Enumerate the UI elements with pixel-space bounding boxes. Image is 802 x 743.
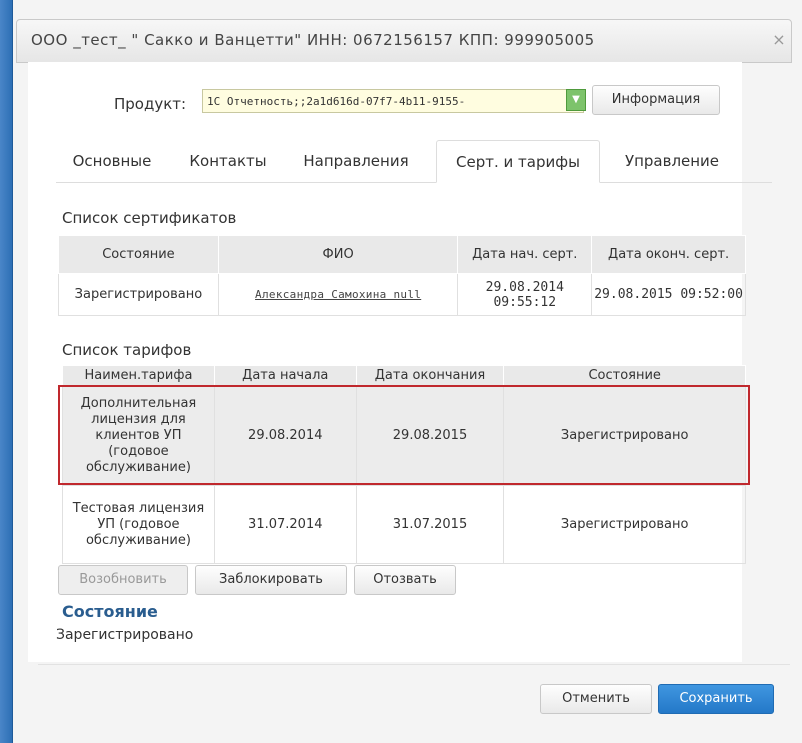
tariff-end: 31.07.2015 (355, 485, 505, 564)
col-header-start: Дата нач. серт. (457, 235, 593, 274)
tariff-state: Зарегистрировано (503, 385, 746, 486)
tariffs-title: Список тарифов (62, 341, 192, 359)
tab-contacts[interactable]: Контакты (180, 140, 276, 182)
cancel-button[interactable]: Отменить (540, 684, 652, 714)
tariff-name: Дополнительная лицензия для клиентов УП … (62, 385, 215, 486)
state-heading: Состояние (62, 602, 158, 621)
tariff-start: 31.07.2014 (213, 485, 357, 564)
col-header-end: Дата оконч. серт. (591, 235, 746, 274)
table-row[interactable]: Зарегистрировано Александра Самохина nul… (58, 273, 746, 316)
backdrop (0, 0, 12, 743)
tariff-end: 29.08.2015 (355, 385, 505, 486)
dialog-title: ООО _тест_ " Сакко и Ванцетти" ИНН: 0672… (31, 31, 595, 49)
cert-start: 29.08.2014 09:55:12 (457, 273, 593, 316)
cert-state: Зарегистрировано (58, 273, 219, 316)
tab-certs-tariffs[interactable]: Серт. и тарифы (436, 140, 600, 183)
revoke-button[interactable]: Отозвать (354, 565, 456, 595)
cert-end: 29.08.2015 09:52:00 (591, 273, 746, 316)
renew-button[interactable]: Возобновить (58, 565, 188, 595)
block-button[interactable]: Заблокировать (195, 565, 347, 595)
tariffs-table: Наимен.тарифа Дата начала Дата окончания… (62, 365, 746, 564)
col-header-start-date: Дата начала (213, 365, 357, 386)
tab-bar: Основные Контакты Направления Серт. и та… (56, 140, 772, 183)
dialog-titlebar: ООО _тест_ " Сакко и Ванцетти" ИНН: 0672… (16, 19, 792, 63)
tab-main[interactable]: Основные (56, 140, 168, 182)
col-header-tariff-state: Состояние (503, 365, 746, 386)
tab-management[interactable]: Управление (612, 140, 732, 182)
save-button[interactable]: Сохранить (658, 684, 774, 714)
col-header-state: Состояние (58, 235, 219, 274)
tab-directions[interactable]: Направления (292, 140, 420, 182)
table-row[interactable]: Дополнительная лицензия для клиентов УП … (62, 385, 746, 486)
certificates-table: Состояние ФИО Дата нач. серт. Дата оконч… (58, 235, 746, 316)
state-value: Зарегистрировано (56, 627, 194, 643)
certificates-title: Список сертификатов (62, 209, 237, 227)
col-header-end-date: Дата окончания (355, 365, 505, 386)
chevron-down-icon[interactable]: ▼ (566, 89, 586, 111)
info-button[interactable]: Информация (592, 85, 720, 115)
tariff-start: 29.08.2014 (213, 385, 357, 486)
tariff-state: Зарегистрировано (503, 485, 746, 564)
close-icon[interactable]: × (769, 30, 789, 50)
col-header-tariff: Наимен.тарифа (62, 365, 215, 386)
product-select[interactable]: 1С Отчетность;;2a1d616d-07f7-4b11-9155- (202, 89, 584, 113)
table-row[interactable]: Тестовая лицензия УП (годовое обслуживан… (62, 485, 746, 564)
product-label: Продукт: (114, 95, 187, 113)
cert-name-link[interactable]: Александра Самохина null (255, 288, 421, 301)
tariff-name: Тестовая лицензия УП (годовое обслуживан… (62, 485, 215, 564)
col-header-name: ФИО (217, 235, 459, 274)
